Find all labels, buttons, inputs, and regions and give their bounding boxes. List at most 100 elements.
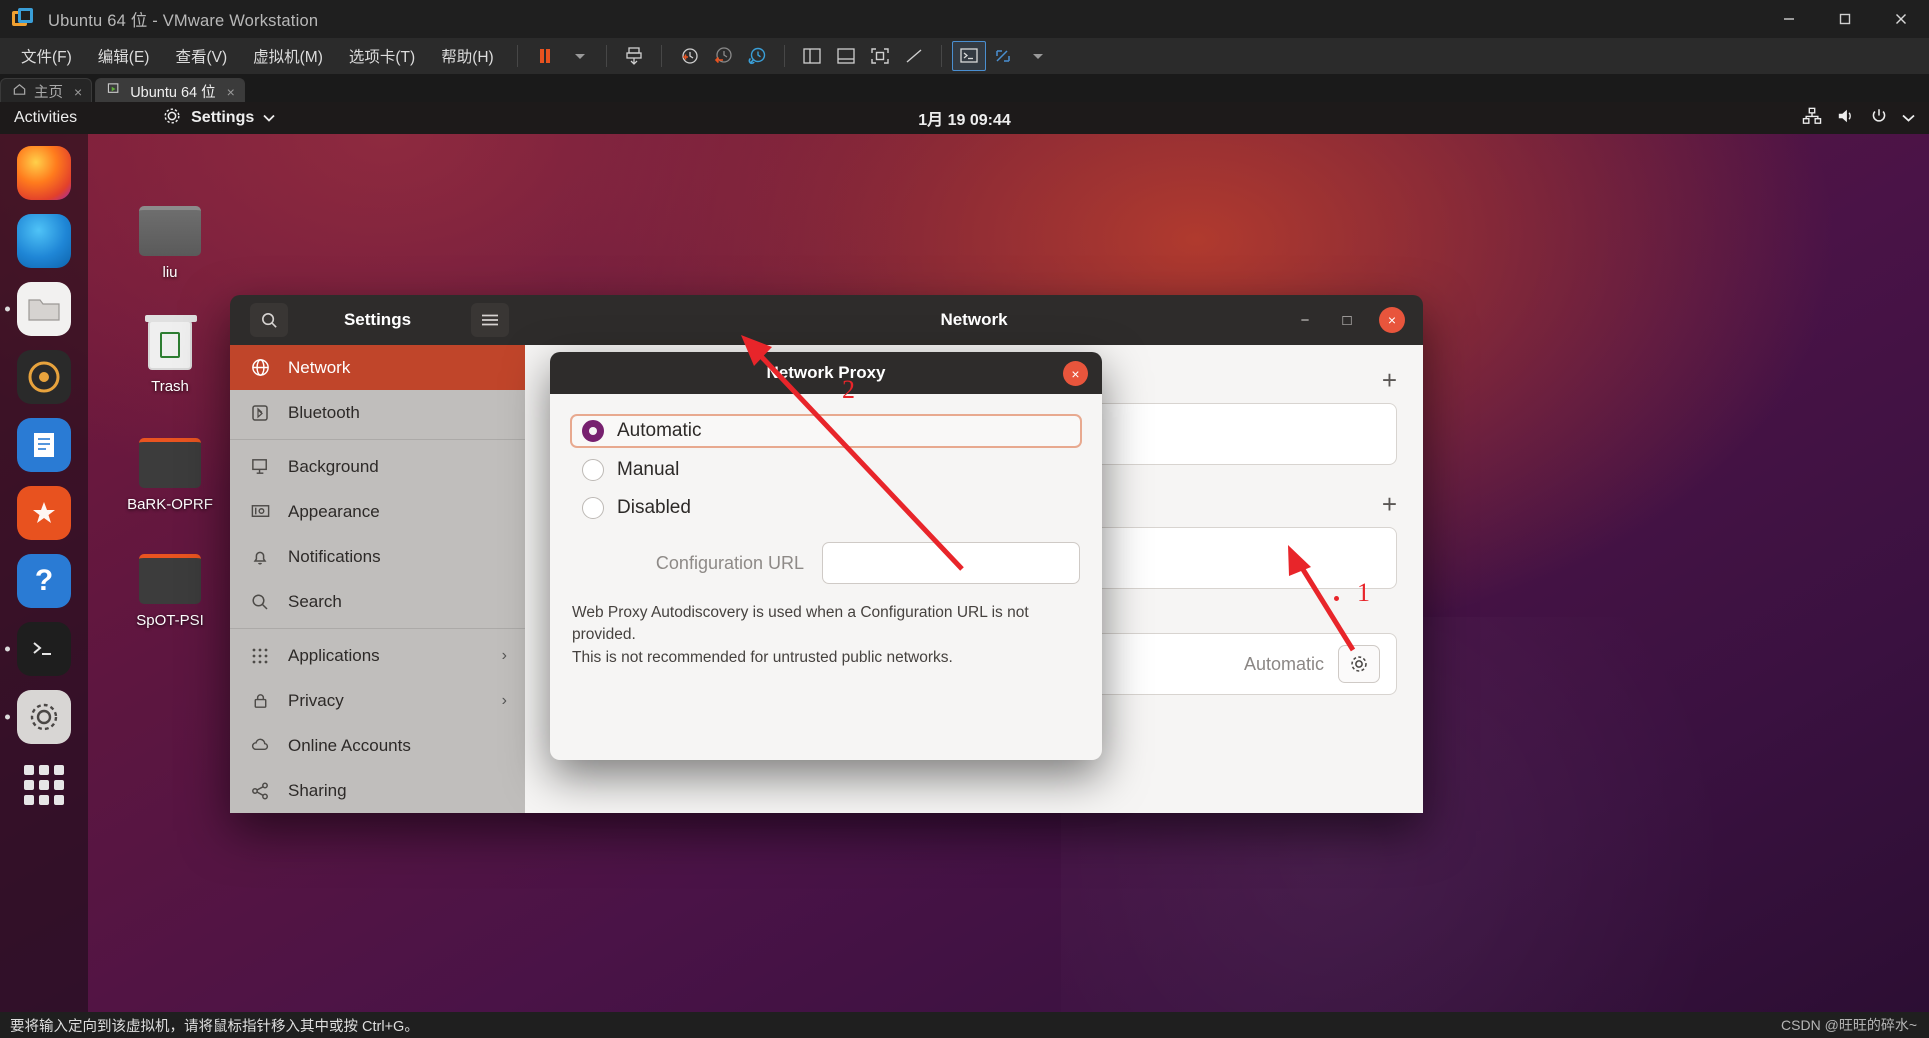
sidebar-item-applications[interactable]: Applications › [230,633,525,678]
sidebar-item-sharing[interactable]: Sharing [230,768,525,813]
desktop-icon-trash[interactable]: Trash [115,315,225,395]
tab-home-close-icon[interactable]: × [74,84,82,100]
desktop-icon-bark-oprf[interactable]: BaRK-OPRF [115,438,225,513]
tab-ubuntu-vm[interactable]: Ubuntu 64 位 × [95,78,245,104]
snapshot-manager-icon[interactable] [740,41,774,71]
sidebar-divider [230,628,525,629]
tab-home[interactable]: 主页 × [0,78,93,104]
proxy-dialog-close-icon[interactable]: × [1063,361,1088,386]
desktop-icon-label: SpOT-PSI [136,612,204,629]
sidebar-item-label: Bluetooth [288,402,360,422]
sidebar-item-bluetooth[interactable]: Bluetooth [230,390,525,435]
tab-ubuntu-vm-close-icon[interactable]: × [227,84,235,100]
sidebar-item-background[interactable]: Background [230,444,525,489]
network-proxy-dialog: Network Proxy × Automatic Manual Disable… [550,352,1102,760]
settings-maximize-icon[interactable]: □ [1337,312,1357,329]
share-icon [248,781,272,801]
ubuntu-software-icon[interactable] [17,486,71,540]
proxy-gear-icon[interactable] [1338,645,1380,683]
menu-tabs[interactable]: 选项卡(T) [336,43,428,69]
desktop-icon-spot-psi[interactable]: SpOT-PSI [115,554,225,629]
sidebar-item-online-accounts[interactable]: Online Accounts [230,723,525,768]
sidebar-item-appearance[interactable]: Appearance [230,489,525,534]
sidebar-item-privacy[interactable]: Privacy › [230,678,525,723]
sidebar-item-network[interactable]: Network [230,345,525,390]
proxy-option-label: Automatic [617,420,702,441]
show-sidebar-icon[interactable] [795,41,829,71]
fullscreen-icon[interactable] [863,41,897,71]
sidebar-item-label: Notifications [288,546,381,566]
terminal-icon[interactable] [5,622,71,676]
sidebar-item-label: Background [288,456,379,476]
sidebar-item-label: Applications [288,645,380,665]
menu-help[interactable]: 帮助(H) [428,43,507,69]
running-indicator [5,714,10,720]
proxy-dialog-title: Network Proxy [766,363,886,382]
ubuntu-dock: ? [0,134,88,1012]
menu-file[interactable]: 文件(F) [8,43,85,69]
proxy-option-disabled[interactable]: Disabled [572,492,1080,524]
proxy-option-label: Disabled [617,497,691,518]
settings-minimize-icon[interactable]: − [1295,312,1315,329]
desktop-icon-liu[interactable]: liu [115,206,225,281]
watermark: CSDN @旺旺的碎水~ [1781,1017,1917,1033]
sidebar-item-label: Online Accounts [288,735,411,755]
window-title: Ubuntu 64 位 - VMware Workstation [48,12,319,30]
firefox-icon[interactable] [17,146,71,200]
close-icon[interactable] [1873,0,1929,38]
settings-window-controls: − □ × [1295,307,1405,333]
libreoffice-writer-icon[interactable] [17,418,71,472]
add-wired-button[interactable]: + [1382,367,1397,393]
settings-close-icon[interactable]: × [1379,307,1405,333]
menu-view[interactable]: 查看(V) [162,43,240,69]
minimize-icon[interactable] [1761,0,1817,38]
status-message: 要将输入定向到该虚拟机，请将鼠标指针移入其中或按 Ctrl+G。 [10,1018,419,1035]
dropdown-caret-icon[interactable] [562,41,596,71]
help-icon[interactable]: ? [17,554,71,608]
files-icon[interactable] [5,282,71,336]
search-icon [248,592,272,612]
display-dropdown-caret-icon[interactable] [1020,41,1054,71]
radio-disabled-icon [582,497,604,519]
folder-icon [139,554,201,606]
unity-mode-icon[interactable] [951,41,986,71]
rhythmbox-icon[interactable] [17,350,71,404]
bell-icon [248,547,272,567]
proxy-option-automatic[interactable]: Automatic [570,414,1082,448]
snapshot-take-icon[interactable] [672,41,706,71]
menu-vm[interactable]: 虚拟机(M) [240,43,336,69]
hamburger-menu-icon[interactable] [471,303,509,337]
send-ctrl-alt-del-icon[interactable] [617,41,651,71]
show-applications-icon[interactable] [17,758,71,812]
proxy-description: Web Proxy Autodiscovery is used when a C… [572,602,1080,669]
display-settings-icon[interactable] [986,41,1020,71]
show-console-icon[interactable] [829,41,863,71]
menu-edit[interactable]: 编辑(E) [85,43,163,69]
sidebar-item-label: Search [288,591,342,611]
toolbar-divider [516,45,518,67]
running-indicator [5,646,10,652]
chevron-right-icon: › [501,646,507,664]
settings-icon[interactable] [5,690,71,744]
maximize-icon[interactable] [1817,0,1873,38]
stretch-icon[interactable] [897,41,931,71]
pause-icon[interactable] [528,41,562,71]
configuration-url-input[interactable] [822,542,1080,584]
tab-home-label: 主页 [34,85,63,101]
proxy-option-manual[interactable]: Manual [572,454,1080,486]
add-vpn-button[interactable]: + [1382,491,1397,517]
vmware-menubar: 文件(F) 编辑(E) 查看(V) 虚拟机(M) 选项卡(T) 帮助(H) [0,38,1929,74]
sidebar-item-search[interactable]: Search [230,579,525,624]
sidebar-item-notifications[interactable]: Notifications [230,534,525,579]
annotation-label-2: 2 [842,375,855,404]
search-icon[interactable] [250,303,288,337]
settings-header-right: Network − □ × [525,295,1423,345]
snapshot-revert-icon[interactable] [706,41,740,71]
configuration-url-label: Configuration URL [655,552,804,573]
gnome-topbar: Activities Settings 1月 19 09:44 [0,102,1929,134]
clock[interactable]: 1月 19 09:44 [0,106,1929,130]
proxy-dialog-header: Network Proxy × [550,352,1102,394]
proxy-description-line2: This is not recommended for untrusted pu… [572,648,953,666]
settings-header-left: Settings [230,295,525,345]
thunderbird-icon[interactable] [17,214,71,268]
